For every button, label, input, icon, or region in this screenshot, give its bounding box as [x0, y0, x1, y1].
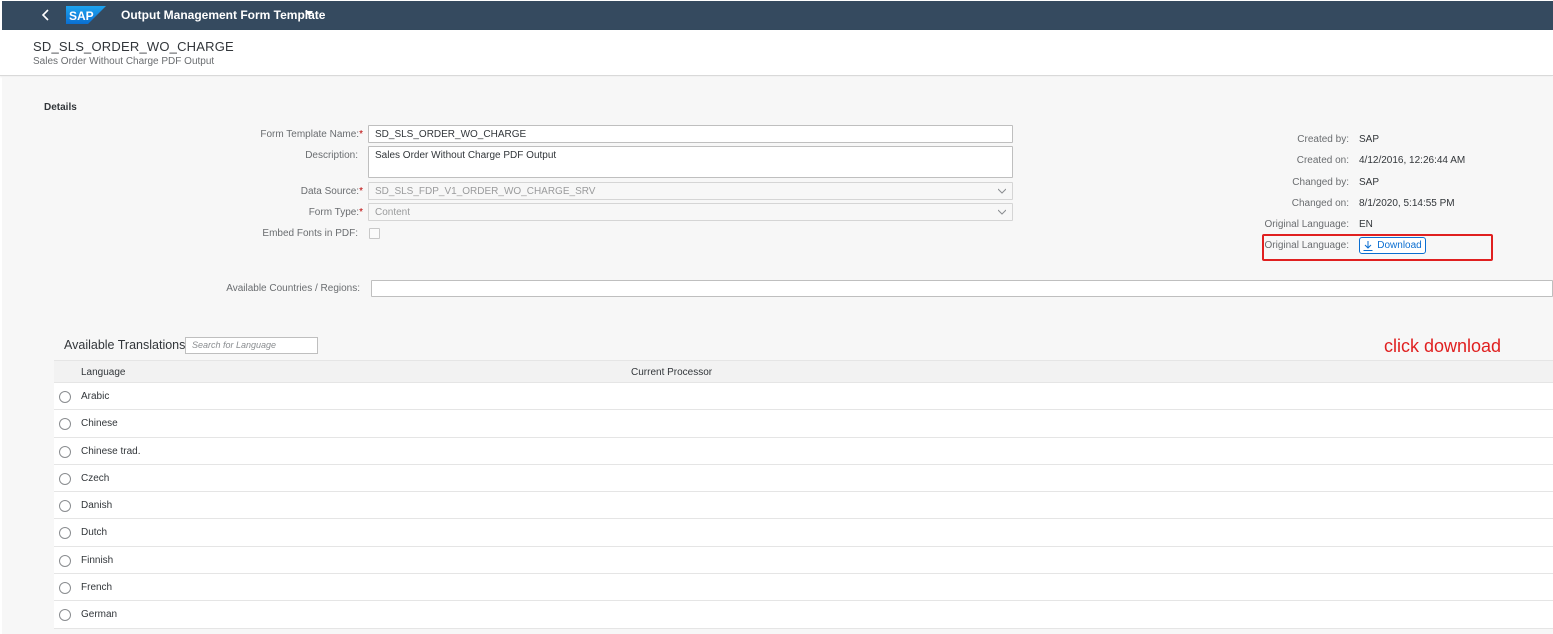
table-row[interactable]: Danish: [54, 492, 1553, 520]
app-title[interactable]: Output Management Form Template: [121, 8, 325, 22]
description-textarea[interactable]: Sales Order Without Charge PDF Output: [368, 146, 1013, 178]
annotation-text: click download: [1384, 336, 1502, 356]
language-cell: Chinese: [81, 418, 118, 430]
table-row[interactable]: Czech: [54, 464, 1553, 493]
language-cell: German: [81, 609, 118, 621]
countries-input[interactable]: [371, 280, 1553, 297]
changed-by-value: SAP: [1359, 177, 1380, 188]
changed-on-value: 8/1/2020, 5:14:55 PM: [1359, 198, 1455, 209]
original-language-value: EN: [1359, 219, 1373, 230]
language-cell: Czech: [81, 472, 110, 484]
language-cell: Dutch: [81, 527, 108, 539]
changed-by-label: Changed by:: [1292, 177, 1349, 188]
row-radio[interactable]: [59, 554, 71, 567]
sap-logo[interactable]: SAP: [66, 6, 106, 24]
column-header-language[interactable]: Language: [81, 367, 126, 378]
row-radio[interactable]: [59, 582, 71, 595]
countries-label: Available Countries / Regions:: [226, 283, 360, 294]
created-by-label: Created by:: [1297, 134, 1349, 145]
caret-down-icon[interactable]: [305, 11, 313, 16]
annotation-highlight-box: [1262, 234, 1493, 261]
data-source-select[interactable]: SD_SLS_FDP_V1_ORDER_WO_CHARGE_SRV: [368, 182, 1013, 200]
created-by-value: SAP: [1359, 134, 1380, 145]
logo-text: SAP: [69, 9, 94, 23]
created-on-label: Created on:: [1296, 155, 1349, 166]
table-row[interactable]: Chinese trad.: [54, 437, 1553, 465]
shell-bar: SAP Output Management Form Template: [2, 1, 1553, 30]
table-row[interactable]: Chinese: [54, 410, 1553, 438]
translations-list: Arabic Chinese Chinese trad. Czech Danis…: [54, 383, 1553, 629]
language-search-input[interactable]: Search for Language: [185, 337, 318, 354]
language-cell: Finnish: [81, 554, 114, 566]
embed-fonts-checkbox[interactable]: [369, 228, 380, 239]
row-radio[interactable]: [59, 445, 71, 458]
row-radio[interactable]: [59, 500, 71, 513]
table-row[interactable]: German: [54, 601, 1553, 629]
table-row[interactable]: Arabic: [54, 383, 1553, 411]
translations-title: Available Translations: [64, 338, 186, 352]
language-cell: Danish: [81, 500, 113, 512]
row-radio[interactable]: [59, 418, 71, 431]
data-source-label: Data Source:*: [300, 186, 363, 197]
language-cell: Arabic: [81, 391, 110, 402]
chevron-down-icon[interactable]: [998, 208, 1006, 216]
column-header-current-processor[interactable]: Current Processor: [631, 367, 712, 378]
chevron-left-icon[interactable]: [38, 7, 54, 23]
row-radio[interactable]: [59, 472, 71, 485]
description-label: Description:: [305, 150, 358, 161]
form-type-select[interactable]: Content: [368, 203, 1013, 221]
form-template-name-label: Form Template Name:*: [260, 129, 363, 140]
row-radio[interactable]: [59, 527, 71, 540]
original-language-label: Original Language:: [1264, 219, 1349, 230]
form-template-name-input[interactable]: SD_SLS_ORDER_WO_CHARGE: [368, 125, 1013, 143]
table-header: Language Current Processor: [54, 360, 1553, 383]
object-title: SD_SLS_ORDER_WO_CHARGE: [33, 39, 234, 54]
created-on-value: 4/12/2016, 12:26:44 AM: [1359, 155, 1466, 166]
form-type-label: Form Type:*: [308, 207, 363, 218]
table-row[interactable]: Finnish: [54, 546, 1553, 575]
changed-on-label: Changed on:: [1291, 198, 1349, 209]
table-row[interactable]: Dutch: [54, 519, 1553, 547]
object-header: SD_SLS_ORDER_WO_CHARGE Sales Order Witho…: [0, 30, 1553, 76]
language-cell: Chinese trad.: [81, 445, 141, 457]
row-radio[interactable]: [59, 391, 71, 403]
chevron-down-icon[interactable]: [998, 187, 1006, 195]
table-row[interactable]: French: [54, 574, 1553, 602]
embed-fonts-label: Embed Fonts in PDF:: [262, 228, 358, 239]
row-radio[interactable]: [59, 609, 71, 622]
object-subtitle: Sales Order Without Charge PDF Output: [33, 56, 215, 67]
section-title: Details: [44, 102, 77, 113]
language-cell: French: [81, 582, 113, 594]
